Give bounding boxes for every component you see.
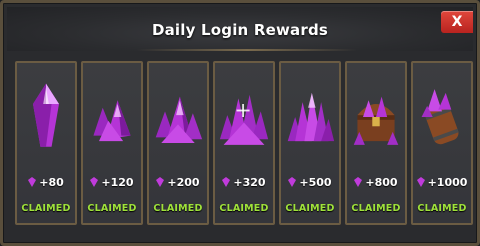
reward-amount: +500 — [281, 173, 339, 191]
title-divider — [137, 49, 357, 51]
crystal-cluster-icon — [284, 67, 336, 167]
dialog-title: Daily Login Rewards — [151, 21, 329, 39]
claimed-status: CLAIMED — [87, 203, 137, 214]
large-crystal-pile-icon — [218, 67, 270, 167]
claimed-status: CLAIMED — [219, 203, 269, 214]
claimed-status: CLAIMED — [153, 203, 203, 214]
claimed-status: CLAIMED — [417, 203, 467, 214]
crystal-pile-icon — [152, 67, 204, 167]
reward-amount-text: +800 — [365, 175, 398, 189]
claimed-status: CLAIMED — [21, 203, 71, 214]
reward-amount-text: +500 — [299, 175, 332, 189]
gem-icon — [416, 177, 425, 187]
reward-card-day-6[interactable]: +800 CLAIMED — [345, 61, 407, 225]
reward-card-day-3[interactable]: +200 CLAIMED — [147, 61, 209, 225]
reward-amount: +1000 — [413, 173, 471, 191]
single-crystal-icon — [20, 67, 72, 167]
reward-amount-text: +200 — [167, 175, 200, 189]
reward-amount: +80 — [17, 173, 75, 191]
gem-icon — [222, 177, 231, 187]
reward-card-day-2[interactable]: +120 CLAIMED — [81, 61, 143, 225]
small-crystal-pile-icon — [86, 67, 138, 167]
claimed-status: CLAIMED — [285, 203, 335, 214]
daily-login-rewards-dialog: Daily Login Rewards X +80 CLAIMED +120 C… — [0, 0, 480, 246]
reward-card-day-1[interactable]: +80 CLAIMED — [15, 61, 77, 225]
dialog-header: Daily Login Rewards — [7, 7, 473, 51]
reward-card-day-7[interactable]: +1000 CLAIMED — [411, 61, 473, 225]
reward-amount-text: +120 — [101, 175, 134, 189]
claimed-status: CLAIMED — [351, 203, 401, 214]
close-button[interactable]: X — [441, 11, 473, 33]
reward-amount: +200 — [149, 173, 207, 191]
reward-cards: +80 CLAIMED +120 CLAIMED +200 CLAIMED +3… — [15, 61, 473, 225]
reward-card-day-5[interactable]: +500 CLAIMED — [279, 61, 341, 225]
reward-amount: +800 — [347, 173, 405, 191]
reward-amount: +320 — [215, 173, 273, 191]
crystal-barrel-icon — [416, 67, 468, 167]
gem-icon — [156, 177, 165, 187]
reward-amount-text: +1000 — [427, 175, 468, 189]
reward-card-day-4[interactable]: +320 CLAIMED — [213, 61, 275, 225]
gem-icon — [90, 177, 99, 187]
reward-amount-text: +320 — [233, 175, 266, 189]
gem-icon — [354, 177, 363, 187]
reward-amount: +120 — [83, 173, 141, 191]
gem-icon — [28, 177, 37, 187]
gem-icon — [288, 177, 297, 187]
crystal-chest-icon — [350, 67, 402, 167]
reward-amount-text: +80 — [39, 175, 64, 189]
